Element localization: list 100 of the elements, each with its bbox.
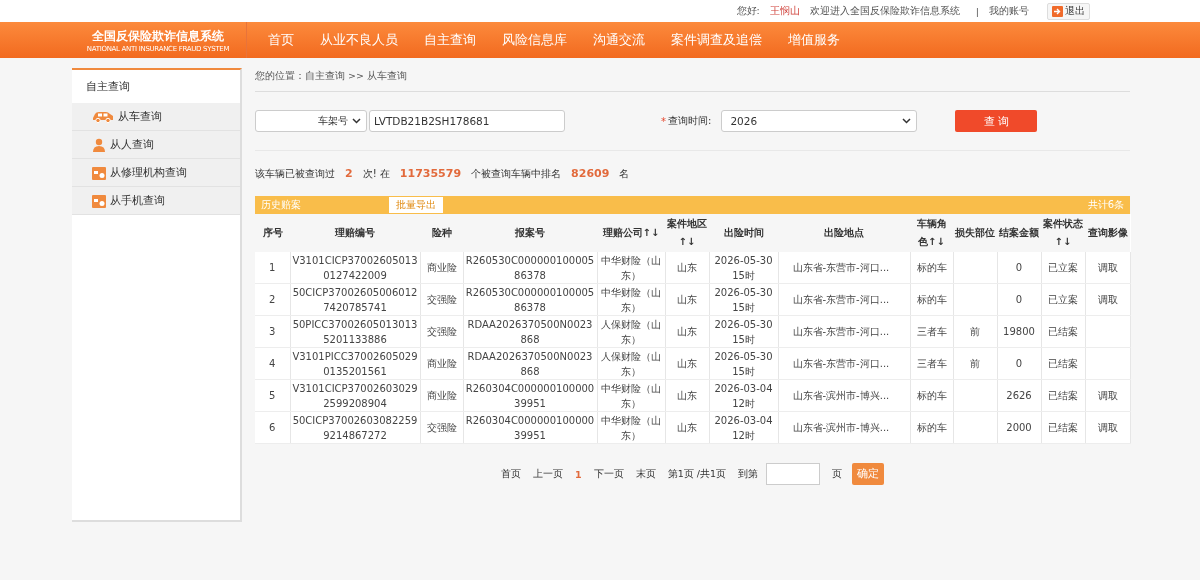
table-cell: 2626 (1006, 390, 1032, 401)
table-cell: 已结案 (1048, 326, 1078, 337)
pager-link[interactable]: 上一页 (533, 467, 564, 481)
table-cell: 2026-05-30 15时 (714, 254, 773, 281)
column-header: 查询影像 (1085, 214, 1130, 252)
calendar-icon (92, 165, 106, 180)
table-cell: 2026-05-30 15时 (714, 318, 773, 345)
pager-link[interactable]: 末页 (635, 467, 656, 481)
table-cell: 2026-05-30 15时 (714, 350, 773, 377)
column-header: 理赔公司↑↓ (597, 214, 665, 252)
column-header: 车辆角色↑↓ (910, 214, 953, 252)
table-cell: 三者车 (916, 358, 947, 369)
table-cell: 商业险 (426, 262, 457, 273)
retrieve-link[interactable]: 调取 (1097, 262, 1118, 273)
year-select[interactable]: 2026 (721, 110, 918, 132)
table-cell: 前 (970, 326, 980, 337)
table-cell: RDAA2026370500N0023868 (467, 350, 593, 377)
table-cell: 标的车 (916, 390, 947, 401)
total-count: 共计6条 (1087, 198, 1124, 212)
column-header: 损失部位 (953, 214, 997, 252)
table-cell: 2026-03-04 12时 (714, 414, 773, 441)
account-link[interactable]: 我的账号 (989, 4, 1029, 18)
pager-link[interactable]: 首页 (501, 467, 522, 481)
table-cell: 山东省-东营市-河口... (792, 358, 890, 369)
table-cell: 50PICC370026050130135201133886 (292, 318, 418, 345)
table-cell: 商业险 (426, 390, 457, 401)
table-cell: 山东 (677, 262, 697, 273)
table-cell: 已结案 (1048, 358, 1078, 369)
table-cell: V3101PICC370026050290135201561 (292, 350, 418, 377)
table-cell: 前 (970, 358, 980, 369)
table-cell: R260530C00000010000586378 (465, 254, 595, 281)
table-cell: 6 (269, 422, 276, 433)
table-cell: 中华财险（山东） (601, 414, 661, 441)
chevron-icon (352, 118, 361, 124)
goto-label: 到第 (737, 467, 758, 481)
exit-icon (1052, 5, 1063, 17)
required-mark: * (661, 115, 666, 127)
table-cell: 三者车 (916, 326, 947, 337)
table-cell: 中华财险（山东） (601, 286, 661, 313)
column-header: 案件状态↑↓ (1041, 214, 1085, 252)
table-cell: 山东 (677, 358, 697, 369)
table-cell: 交强险 (426, 326, 457, 337)
table-cell: 2026-03-04 12时 (714, 382, 773, 409)
welcome-text: 欢迎进入全国反保险欺诈信息系统 (809, 4, 960, 18)
table-cell: 中华财险（山东） (601, 254, 661, 281)
person-icon (92, 137, 106, 152)
table-cell: V3101CICP370026030292599208904 (292, 382, 418, 409)
table-cell: 中华财险（山东） (601, 382, 661, 409)
user-name: 王悯山 (769, 4, 800, 18)
column-header: 案件地区↑↓ (665, 214, 709, 252)
retrieve-link[interactable]: 调取 (1097, 390, 1118, 401)
table-cell: R260304C00000010000039951 (465, 414, 595, 441)
table-cell: 4 (269, 358, 276, 369)
table-cell: 19800 (1003, 326, 1035, 337)
table-cell: 人保财险（山东） (601, 350, 661, 377)
table-cell: 交强险 (426, 422, 457, 433)
count-value: 2 (345, 167, 353, 180)
table-cell: 2 (269, 294, 276, 305)
table-cell: R260530C00000010000586378 (465, 286, 595, 313)
summary-text: 个被查询车辆中排名 (471, 166, 562, 181)
retrieve-link[interactable]: 调取 (1097, 294, 1118, 305)
sidebar-item[interactable]: 从修理机构查询 (72, 159, 240, 187)
type-select[interactable]: 车架号 (255, 110, 367, 132)
table-cell: 0 (1015, 294, 1023, 305)
time-label: 查询时间: (668, 114, 712, 128)
column-header: 报案号 (463, 214, 597, 252)
page-input-field[interactable] (765, 463, 820, 485)
summary-text: 次! 在 (362, 166, 390, 181)
sidebar-item[interactable]: 从手机查询 (72, 187, 240, 215)
table-cell: 已立案 (1048, 262, 1078, 273)
table-cell: 标的车 (916, 422, 947, 433)
vin-input-field[interactable]: LVTDB21B2SH178681 (369, 110, 565, 132)
table-cell: 交强险 (426, 294, 457, 305)
greeting-text: 您好: (736, 4, 760, 18)
table-cell: V3101CICP370026050130127422009 (292, 254, 418, 281)
logout-button[interactable]: 退出 (1047, 2, 1090, 20)
column-header: 出险时间 (709, 214, 778, 252)
query-button[interactable]: 查 询 (955, 110, 1038, 132)
column-header: 结案金额 (997, 214, 1041, 252)
table-cell: 山东省-东营市-河口... (792, 262, 890, 273)
sidebar-item[interactable]: 从人查询 (72, 131, 240, 159)
table-cell: 已立案 (1048, 294, 1078, 305)
table-cell: 标的车 (916, 262, 947, 273)
page-unit: 页 (831, 467, 842, 481)
table-cell: 已结案 (1048, 422, 1078, 433)
summary-text: 名 (619, 166, 630, 181)
chevron-icon (902, 118, 912, 124)
table-cell: 2000 (1006, 422, 1032, 433)
page-info: 第1页 /共1页 (667, 467, 726, 481)
car-icon (92, 110, 114, 123)
sidebar-item[interactable]: 从车查询 (72, 103, 240, 131)
pager-link[interactable]: 下一页 (593, 467, 624, 481)
table-cell: 3 (269, 326, 276, 337)
calendar-icon (92, 193, 106, 208)
table-cell: 山东省-滨州市-博兴... (792, 422, 890, 433)
retrieve-link[interactable]: 调取 (1097, 422, 1118, 433)
sidebar-title: 自主查询 (85, 79, 131, 95)
separator: | (975, 5, 979, 17)
table-cell: 山东省-东营市-河口... (792, 294, 890, 305)
breadcrumb: 您的位置：自主查询 >> 从车查询 (255, 68, 1130, 92)
